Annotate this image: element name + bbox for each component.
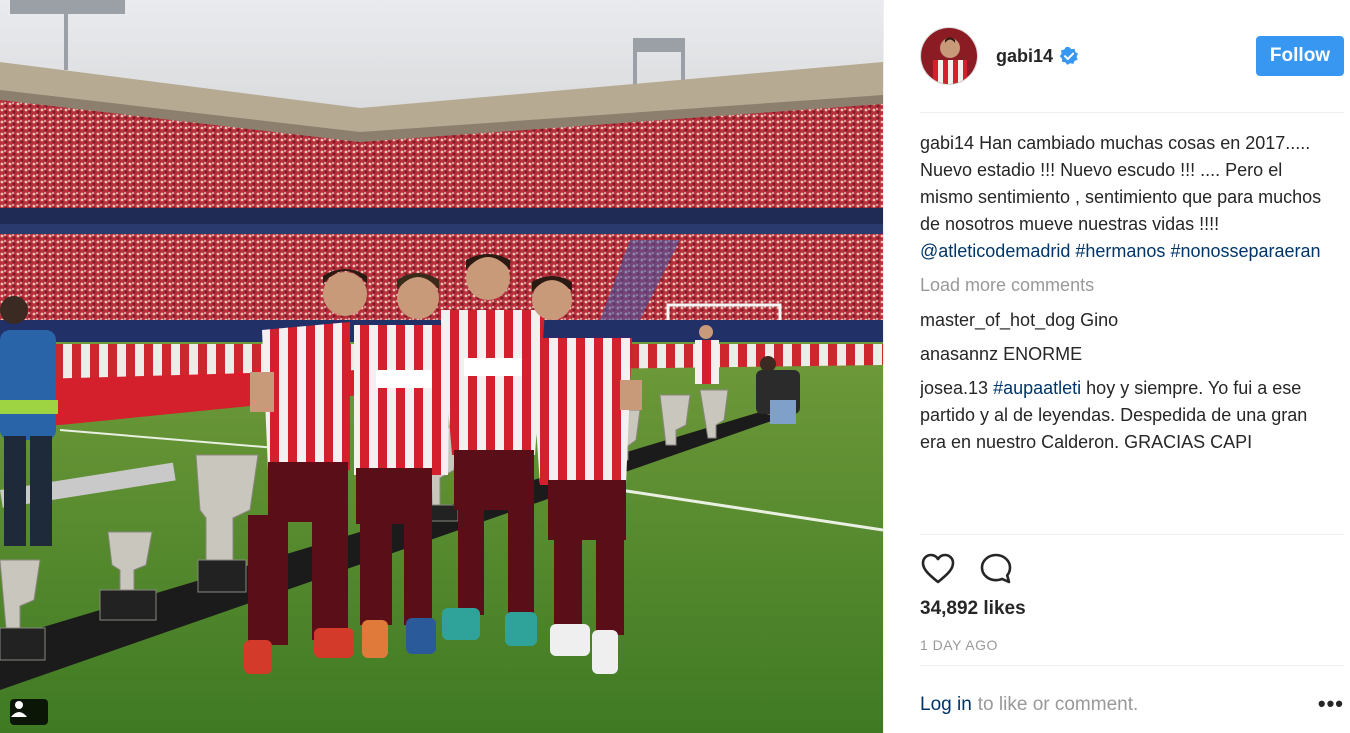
username[interactable]: gabi14 [996,46,1053,67]
hashtag-link[interactable]: #nonosseparaeran [1170,241,1320,261]
hashtag-link[interactable]: #aupaatleti [993,378,1081,398]
comments-divider [920,534,1344,535]
user-tag-button[interactable] [10,699,48,725]
comment-item: josea.13 #aupaatleti hoy y siempre. Yo f… [920,375,1330,456]
login-prompt: Log in to like or comment. ••• [920,693,1344,716]
comment-icon[interactable] [978,551,1014,587]
mention-link[interactable]: @atleticodemadrid [920,241,1070,261]
caption-text: Han cambiado muchas cosas en 2017..... N… [920,133,1322,234]
likes-count[interactable]: 34,892 likes [920,598,1026,620]
caption: gabi14 Han cambiado muchas cosas en 2017… [920,130,1330,265]
comment-username[interactable]: josea.13 [920,378,988,398]
comment-username[interactable]: master_of_hot_dog [920,310,1075,330]
header-divider [920,112,1344,113]
avatar-image [921,28,977,84]
comment-item: anasannz ENORME [920,341,1330,368]
follow-button[interactable]: Follow [1256,36,1344,76]
comment-item: master_of_hot_dog Gino [920,307,1330,334]
comments-section: gabi14 Han cambiado muchas cosas en 2017… [920,130,1330,535]
login-link[interactable]: Log in [920,694,972,716]
load-more-comments[interactable]: Load more comments [920,272,1330,299]
hashtag-link[interactable]: #hermanos [1075,241,1165,261]
heart-icon[interactable] [920,551,956,587]
footer-divider [920,665,1344,666]
user-tag-icon [11,701,27,717]
comment-username[interactable]: anasannz [920,344,998,364]
more-options-icon[interactable]: ••• [1318,693,1344,715]
comment-text: Gino [1080,310,1119,330]
login-prompt-text: to like or comment. [977,694,1139,715]
post-timestamp[interactable]: 1 DAY AGO [920,637,998,653]
post-photo[interactable] [0,0,883,733]
post-header: gabi14 Follow [920,24,1344,88]
caption-username[interactable]: gabi14 [920,133,974,153]
stadium-photo-illustration [0,0,883,733]
verified-badge-icon [1059,47,1079,65]
avatar[interactable] [920,27,978,85]
comment-text: ENORME [1003,344,1083,364]
post-actions [920,548,1344,590]
post-side-panel: gabi14 Follow gabi14 Han cambiado muchas… [883,0,1350,733]
